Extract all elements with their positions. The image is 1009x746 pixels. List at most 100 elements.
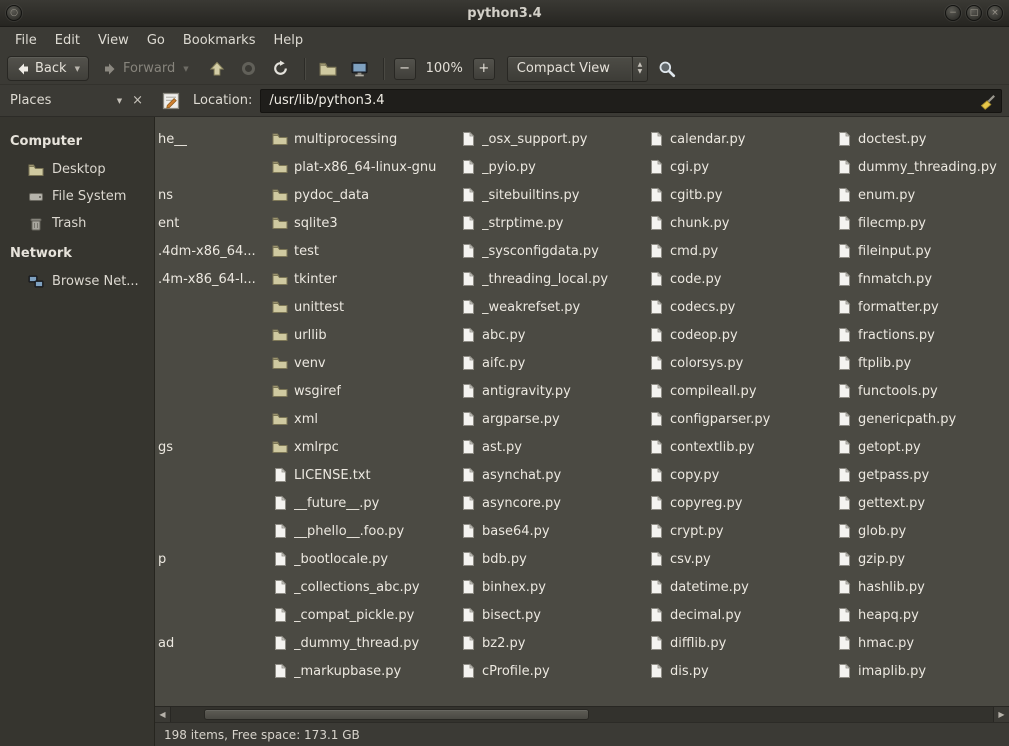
file-item[interactable] bbox=[155, 321, 269, 349]
zoom-in-button[interactable]: + bbox=[473, 58, 495, 80]
file-item[interactable]: multiprocessing bbox=[269, 125, 457, 153]
menu-item[interactable]: File bbox=[6, 29, 46, 52]
file-item[interactable]: pydoc_data bbox=[269, 181, 457, 209]
file-item[interactable]: chunk.py bbox=[645, 209, 833, 237]
file-item[interactable]: glob.py bbox=[833, 517, 1009, 545]
file-item[interactable]: argparse.py bbox=[457, 405, 645, 433]
file-item[interactable]: he__ bbox=[155, 125, 269, 153]
file-item[interactable]: ast.py bbox=[457, 433, 645, 461]
file-item[interactable]: doctest.py bbox=[833, 125, 1009, 153]
back-button[interactable]: Back ▼ bbox=[7, 56, 89, 81]
menu-item[interactable]: Help bbox=[264, 29, 312, 52]
view-mode-spinner[interactable]: ▲▼ bbox=[632, 57, 647, 81]
file-item[interactable] bbox=[155, 349, 269, 377]
sidebar-item-browse-network[interactable]: Browse Net... bbox=[0, 268, 154, 295]
file-item[interactable]: antigravity.py bbox=[457, 377, 645, 405]
sidebar-item-trash[interactable]: Trash bbox=[0, 210, 154, 237]
file-item[interactable]: binhex.py bbox=[457, 573, 645, 601]
search-button[interactable] bbox=[654, 56, 680, 82]
places-label[interactable]: Places bbox=[10, 93, 51, 108]
menu-item[interactable]: Edit bbox=[46, 29, 89, 52]
menu-item[interactable]: Bookmarks bbox=[174, 29, 265, 52]
file-item[interactable]: bisect.py bbox=[457, 601, 645, 629]
file-item[interactable]: colorsys.py bbox=[645, 349, 833, 377]
file-item[interactable]: asyncore.py bbox=[457, 489, 645, 517]
file-item[interactable]: cmd.py bbox=[645, 237, 833, 265]
file-item[interactable]: ftplib.py bbox=[833, 349, 1009, 377]
file-item[interactable]: codecs.py bbox=[645, 293, 833, 321]
file-item[interactable]: gettext.py bbox=[833, 489, 1009, 517]
file-item[interactable]: xml bbox=[269, 405, 457, 433]
file-item[interactable]: plat-x86_64-linux-gnu bbox=[269, 153, 457, 181]
file-item[interactable]: wsgiref bbox=[269, 377, 457, 405]
file-item[interactable] bbox=[155, 657, 269, 685]
horizontal-scrollbar[interactable]: ◀ ▶ bbox=[155, 706, 1009, 722]
view-mode-combo[interactable]: Compact View ▲▼ bbox=[507, 56, 648, 82]
file-item[interactable]: fnmatch.py bbox=[833, 265, 1009, 293]
file-item[interactable]: _pyio.py bbox=[457, 153, 645, 181]
desktop-button[interactable] bbox=[347, 56, 373, 82]
file-item[interactable]: ent bbox=[155, 209, 269, 237]
file-item[interactable]: _threading_local.py bbox=[457, 265, 645, 293]
file-item[interactable] bbox=[155, 405, 269, 433]
file-item[interactable] bbox=[155, 461, 269, 489]
file-item[interactable] bbox=[155, 517, 269, 545]
file-item[interactable]: fractions.py bbox=[833, 321, 1009, 349]
scrollbar-thumb[interactable] bbox=[204, 709, 589, 720]
file-item[interactable] bbox=[155, 601, 269, 629]
file-item[interactable]: _weakrefset.py bbox=[457, 293, 645, 321]
menu-item[interactable]: Go bbox=[138, 29, 174, 52]
clear-path-button[interactable] bbox=[979, 93, 997, 115]
places-dropdown-caret[interactable]: ▼ bbox=[111, 97, 128, 105]
file-item[interactable]: _sysconfigdata.py bbox=[457, 237, 645, 265]
file-item[interactable]: datetime.py bbox=[645, 573, 833, 601]
file-item[interactable]: _dummy_thread.py bbox=[269, 629, 457, 657]
file-item[interactable]: cProfile.py bbox=[457, 657, 645, 685]
file-item[interactable]: formatter.py bbox=[833, 293, 1009, 321]
file-item[interactable]: gzip.py bbox=[833, 545, 1009, 573]
file-item[interactable] bbox=[155, 489, 269, 517]
file-item[interactable]: bdb.py bbox=[457, 545, 645, 573]
file-item[interactable]: cgi.py bbox=[645, 153, 833, 181]
close-button[interactable]: × bbox=[987, 5, 1003, 21]
sidebar-item-file-system[interactable]: File System bbox=[0, 183, 154, 210]
file-item[interactable]: hmac.py bbox=[833, 629, 1009, 657]
file-item[interactable]: crypt.py bbox=[645, 517, 833, 545]
file-item[interactable]: fileinput.py bbox=[833, 237, 1009, 265]
window-menu-button[interactable]: ○ bbox=[6, 5, 22, 21]
maximize-button[interactable]: □ bbox=[966, 5, 982, 21]
file-item[interactable]: codeop.py bbox=[645, 321, 833, 349]
file-item[interactable]: bz2.py bbox=[457, 629, 645, 657]
file-item[interactable]: decimal.py bbox=[645, 601, 833, 629]
forward-button[interactable]: Forward ▼ bbox=[95, 56, 198, 81]
up-button[interactable] bbox=[204, 56, 230, 82]
file-item[interactable]: urllib bbox=[269, 321, 457, 349]
file-item[interactable]: sqlite3 bbox=[269, 209, 457, 237]
file-item[interactable]: code.py bbox=[645, 265, 833, 293]
scroll-right-arrow-icon[interactable]: ▶ bbox=[993, 707, 1009, 722]
places-close-icon[interactable]: × bbox=[128, 93, 147, 108]
sidebar-item-desktop[interactable]: Desktop bbox=[0, 156, 154, 183]
file-item[interactable]: difflib.py bbox=[645, 629, 833, 657]
file-item[interactable]: _osx_support.py bbox=[457, 125, 645, 153]
file-item[interactable]: csv.py bbox=[645, 545, 833, 573]
file-item[interactable]: copy.py bbox=[645, 461, 833, 489]
file-item[interactable]: __phello__.foo.py bbox=[269, 517, 457, 545]
edit-path-button[interactable] bbox=[161, 91, 181, 111]
file-item[interactable]: .4m-x86_64-l... bbox=[155, 265, 269, 293]
file-item[interactable]: _strptime.py bbox=[457, 209, 645, 237]
file-item[interactable]: getopt.py bbox=[833, 433, 1009, 461]
file-item[interactable]: p bbox=[155, 545, 269, 573]
file-item[interactable]: __future__.py bbox=[269, 489, 457, 517]
file-item[interactable]: asynchat.py bbox=[457, 461, 645, 489]
file-item[interactable]: tkinter bbox=[269, 265, 457, 293]
file-item[interactable] bbox=[155, 573, 269, 601]
file-item[interactable]: heapq.py bbox=[833, 601, 1009, 629]
file-item[interactable]: _bootlocale.py bbox=[269, 545, 457, 573]
file-item[interactable]: getpass.py bbox=[833, 461, 1009, 489]
file-item[interactable]: gs bbox=[155, 433, 269, 461]
file-item[interactable]: genericpath.py bbox=[833, 405, 1009, 433]
file-item[interactable]: dummy_threading.py bbox=[833, 153, 1009, 181]
refresh-button[interactable] bbox=[268, 56, 294, 82]
file-item[interactable]: abc.py bbox=[457, 321, 645, 349]
